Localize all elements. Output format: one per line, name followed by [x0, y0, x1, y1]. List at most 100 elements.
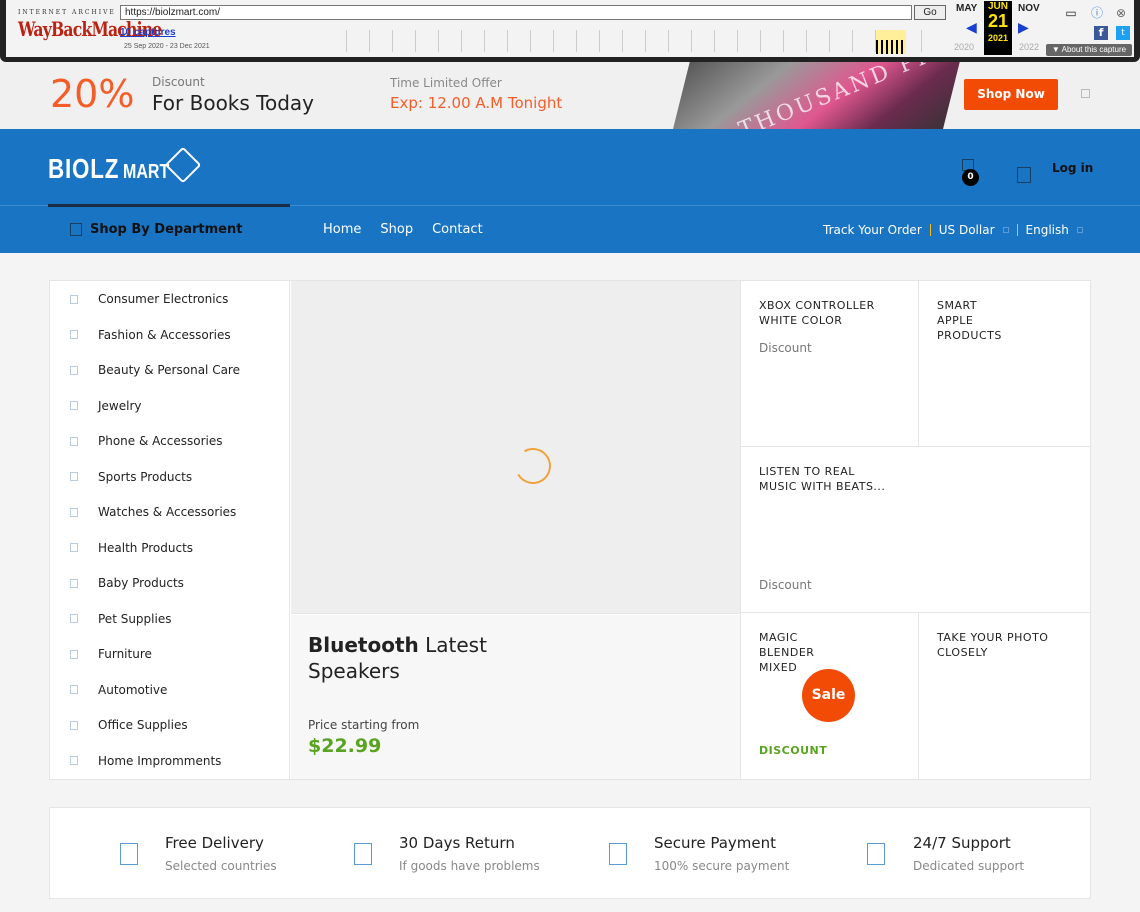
category-label: Automotive [98, 682, 168, 697]
wayback-next-year[interactable]: 2022 [1019, 42, 1039, 52]
apple-products-tile[interactable]: SMART APPLE PRODUCTS [918, 281, 1090, 447]
currency-selector[interactable]: US Dollar [939, 223, 995, 237]
category-icon [70, 756, 78, 765]
facebook-icon[interactable]: f [1094, 26, 1108, 40]
category-item[interactable]: Automotive [50, 672, 289, 708]
utility-divider [1016, 224, 1018, 236]
category-icon [70, 436, 78, 446]
support-icon [867, 843, 885, 865]
wayback-prev-arrow-icon[interactable]: ◀ [966, 20, 977, 36]
category-icon [70, 472, 78, 481]
blender-tile[interactable]: MAGIC BLENDER MIXED Sale DISCOUNT [740, 613, 918, 779]
payment-icon [609, 843, 627, 865]
wayback-logo-top: INTERNET ARCHIVE [18, 9, 116, 16]
category-icon [70, 507, 78, 517]
main-section: Consumer Electronics Fashion & Accessori… [49, 280, 1091, 780]
twitter-icon[interactable]: t [1116, 26, 1130, 40]
category-icon [70, 720, 78, 730]
nav-shop[interactable]: Shop [380, 222, 413, 237]
category-icon [70, 330, 78, 339]
category-item[interactable]: Jewelry [50, 388, 289, 424]
promo-close-icon[interactable] [1081, 89, 1090, 98]
category-label: Beauty & Personal Care [98, 363, 240, 377]
xbox-discount: Discount [759, 341, 812, 355]
category-label: Office Supplies [98, 718, 188, 732]
chevron-down-icon [1002, 227, 1009, 233]
category-item[interactable]: Office Supplies [50, 707, 289, 743]
wayback-prev-month[interactable]: MAY [956, 3, 977, 14]
category-icon [70, 294, 78, 304]
promo-expiry: Exp: 12.00 A.M Tonight [390, 94, 563, 112]
shop-by-department-button[interactable]: Shop By Department [90, 222, 242, 237]
close-icon[interactable]: ⊗ [1114, 6, 1128, 20]
category-item[interactable]: Phone & Accessories [50, 423, 289, 459]
nav-home[interactable]: Home [323, 222, 361, 237]
category-label: Phone & Accessories [98, 434, 223, 448]
chevron-down-icon [1076, 227, 1083, 233]
feature-subtitle: Selected countries [165, 859, 277, 873]
beats-tile[interactable]: LISTEN TO REAL MUSIC WITH BEATS... Disco… [740, 447, 1090, 613]
xbox-title: XBOX CONTROLLER WHITE COLOR [759, 299, 875, 327]
category-item[interactable]: Pet Supplies [50, 601, 289, 637]
category-label: Watches & Accessories [98, 505, 237, 519]
wayback-captures-link[interactable]: 10 captures [120, 27, 176, 38]
header-utility-links: Track Your Order US Dollar English [823, 223, 1083, 237]
price-value: $22.99 [308, 735, 382, 757]
utility-divider [929, 224, 931, 236]
wayback-toolbar: INTERNET ARCHIVE WayBackMachine https://… [0, 0, 1140, 62]
wayback-current-day: 21 [987, 11, 1009, 31]
xbox-controller-tile[interactable]: XBOX CONTROLLER WHITE COLOR Discount [740, 281, 918, 447]
category-item[interactable]: Health Products [50, 530, 289, 566]
logo-sub-text: MART [123, 161, 170, 183]
category-label: Home Impromments [98, 753, 222, 768]
wayback-prev-year[interactable]: 2020 [954, 42, 974, 52]
wayback-next-month[interactable]: NOV [1018, 3, 1040, 14]
calendar-icon[interactable]: ▭ [1064, 6, 1078, 20]
sale-badge: Sale [802, 669, 855, 722]
category-item[interactable]: Home Impromments [50, 743, 289, 779]
wayback-sparkline[interactable] [324, 30, 944, 52]
about-capture-button[interactable]: ▼ About this capture [1046, 44, 1132, 56]
category-label: Consumer Electronics [98, 292, 229, 306]
category-icon [70, 543, 78, 552]
login-link[interactable]: Log in [1052, 161, 1093, 175]
category-label: Fashion & Accessories [98, 327, 231, 342]
category-item[interactable]: Sports Products [50, 459, 289, 495]
category-item[interactable]: Watches & Accessories [50, 494, 289, 530]
wayback-url-input[interactable]: https://biolzmart.com/ [120, 5, 912, 20]
category-item[interactable]: Beauty & Personal Care [50, 352, 289, 388]
speakers-title: Bluetooth Latest Speakers [308, 632, 568, 684]
category-icon [70, 578, 78, 588]
category-item[interactable]: Furniture [50, 636, 289, 672]
department-underline [48, 204, 290, 207]
wayback-next-arrow-icon[interactable]: ▶ [1018, 20, 1029, 36]
promo-banner: 20% Discount For Books Today Time Limite… [0, 62, 1140, 129]
feature-title: Free Delivery [165, 834, 264, 852]
category-item[interactable]: Baby Products [50, 565, 289, 601]
help-icon[interactable]: ⓘ [1090, 6, 1104, 20]
site-logo[interactable]: BIOLZ MART [48, 153, 181, 185]
category-list: Consumer Electronics Fashion & Accessori… [50, 281, 290, 779]
speakers-title-bold: Bluetooth [308, 633, 419, 657]
category-label: Jewelry [98, 398, 142, 413]
cart-count-badge: 0 [962, 169, 979, 186]
category-item[interactable]: Fashion & Accessories [50, 317, 289, 353]
user-icon[interactable] [1017, 167, 1031, 183]
features-bar: Free Delivery Selected countries 30 Days… [49, 807, 1091, 899]
track-order-link[interactable]: Track Your Order [823, 223, 922, 237]
nav-contact[interactable]: Contact [432, 222, 483, 237]
wayback-go-button[interactable]: Go [914, 5, 946, 20]
hero-slider[interactable] [291, 281, 740, 614]
feature-subtitle: If goods have problems [399, 859, 540, 873]
bluetooth-speakers-card[interactable]: Bluetooth Latest Speakers Price starting… [291, 615, 740, 779]
feature-title: 24/7 Support [913, 834, 1011, 852]
menu-icon[interactable] [70, 223, 82, 236]
wayback-capture-bars [876, 40, 906, 54]
wayback-date-range: 25 Sep 2020 - 23 Dec 2021 [124, 43, 210, 50]
shop-now-button[interactable]: Shop Now [964, 79, 1058, 110]
promo-title: For Books Today [152, 91, 315, 115]
category-item[interactable]: Consumer Electronics [50, 281, 289, 317]
category-label: Pet Supplies [98, 611, 172, 626]
photo-tile[interactable]: TAKE YOUR PHOTO CLOSELY [918, 613, 1090, 779]
language-selector[interactable]: English [1026, 223, 1069, 237]
